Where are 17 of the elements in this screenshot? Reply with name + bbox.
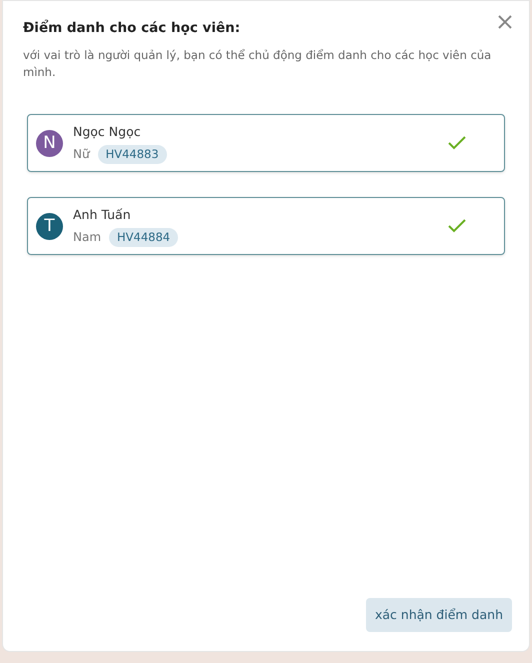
dialog-description: với vai trò là người quản lý, bạn có thể chủ động điểm danh cho các học viên của mình. <box>23 47 492 82</box>
student-gender: Nam <box>73 229 102 246</box>
check-icon <box>448 219 466 234</box>
avatar: N <box>36 130 63 157</box>
dialog-title: Điểm danh cho các học viên: <box>23 18 240 38</box>
student-card[interactable]: T Anh Tuấn Nam HV44884 <box>27 197 505 256</box>
student-code: HV44883 <box>98 144 167 164</box>
student-name: Ngọc Ngọc <box>73 122 142 141</box>
check-icon <box>448 136 466 150</box>
avatar: T <box>36 212 63 240</box>
student-card[interactable]: N Ngọc Ngọc Nữ HV44883 <box>27 114 505 172</box>
confirm-button[interactable]: xác nhận điểm danh <box>366 598 512 632</box>
student-gender: Nữ <box>73 146 90 164</box>
close-icon <box>497 14 513 30</box>
student-code: HV44884 <box>109 228 178 247</box>
student-name: Anh Tuấn <box>73 206 132 224</box>
close-button[interactable] <box>497 14 513 30</box>
